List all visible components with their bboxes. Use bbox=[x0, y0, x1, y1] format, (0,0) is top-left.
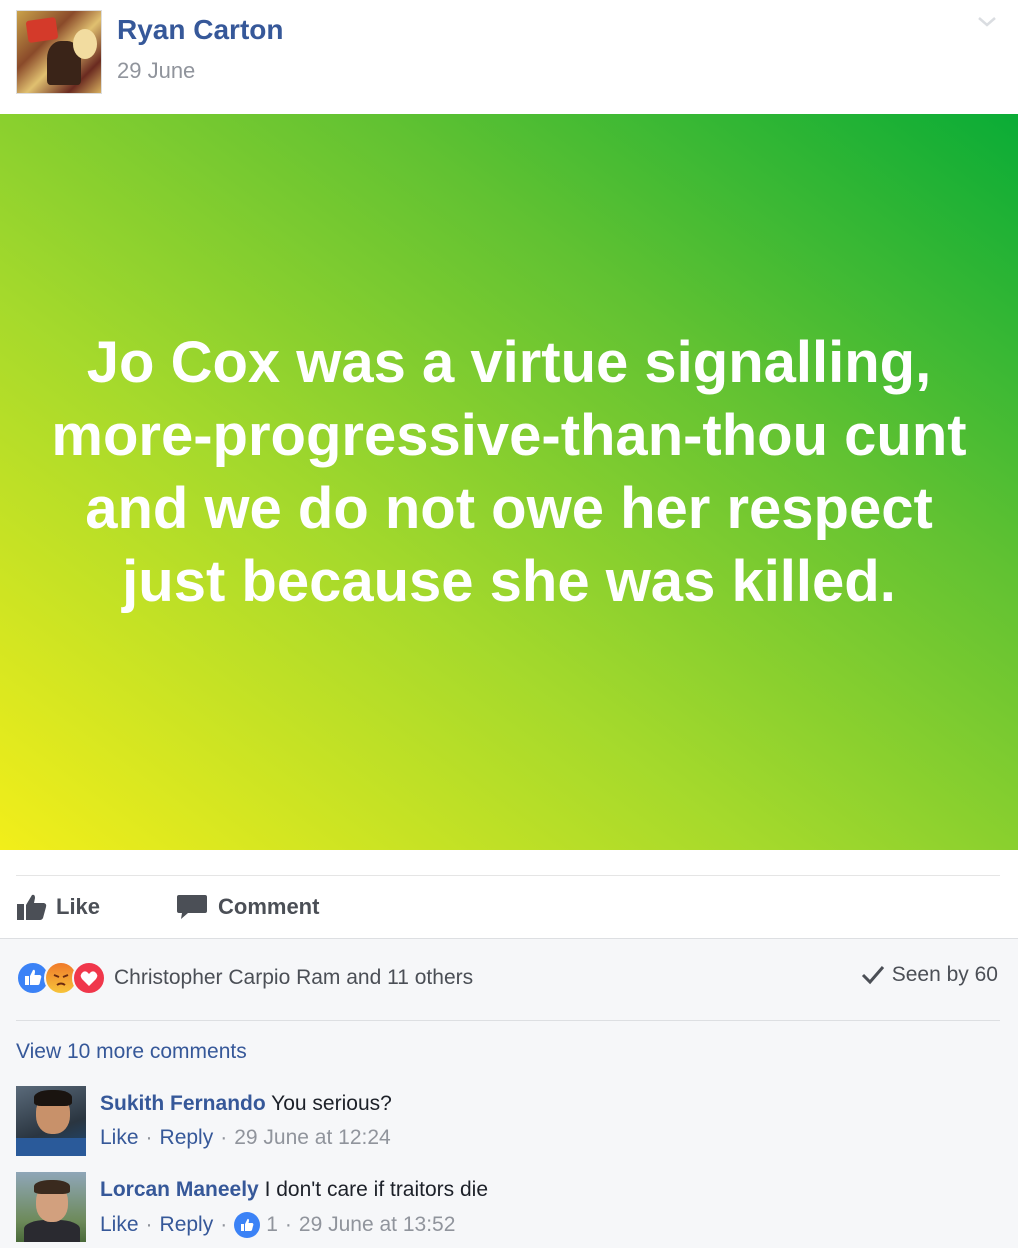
author-name[interactable]: Ryan Carton bbox=[117, 14, 283, 46]
comment-body: Lorcan Maneely I don't care if traitors … bbox=[100, 1178, 488, 1202]
comment-text: You serious? bbox=[271, 1092, 392, 1115]
avatar-graphic bbox=[24, 1220, 80, 1242]
author-avatar[interactable] bbox=[16, 10, 102, 94]
separator: · bbox=[220, 1213, 228, 1236]
separator: · bbox=[145, 1126, 153, 1149]
comment-like-link[interactable]: Like bbox=[100, 1213, 139, 1237]
divider bbox=[16, 1020, 1000, 1021]
avatar-graphic bbox=[16, 1138, 86, 1156]
status-background: Jo Cox was a virtue signalling, more-pro… bbox=[0, 114, 1018, 850]
seen-by[interactable]: Seen by 60 bbox=[860, 963, 998, 987]
like-count-icon bbox=[234, 1212, 261, 1238]
comment-reply-link[interactable]: Reply bbox=[160, 1126, 214, 1150]
commenter-name[interactable]: Sukith Fernando bbox=[100, 1092, 266, 1115]
like-label: Like bbox=[56, 894, 101, 919]
avatar-graphic bbox=[34, 1090, 72, 1106]
comment-body: Sukith Fernando You serious? bbox=[100, 1092, 392, 1116]
thumbs-up-icon bbox=[17, 894, 47, 920]
reactions-summary[interactable]: Christopher Carpio Ram and 11 others bbox=[16, 960, 473, 996]
checkmark-icon bbox=[861, 966, 884, 985]
comment-label: Comment bbox=[218, 894, 320, 919]
avatar-graphic bbox=[73, 29, 97, 59]
comment-timestamp[interactable]: 29 June at 13:52 bbox=[299, 1213, 455, 1237]
love-reaction-icon bbox=[72, 961, 106, 995]
comment-meta: Like · Reply · 29 June at 12:24 bbox=[100, 1126, 391, 1150]
seen-by-label: Seen by 60 bbox=[891, 963, 998, 986]
reaction-names: Christopher Carpio Ram and 11 others bbox=[114, 966, 474, 989]
comment-text: I don't care if traitors die bbox=[264, 1178, 489, 1201]
commenter-name[interactable]: Lorcan Maneely bbox=[100, 1178, 259, 1201]
comment-like-link[interactable]: Like bbox=[100, 1126, 139, 1150]
comment-reply-link[interactable]: Reply bbox=[160, 1213, 214, 1237]
comment-button[interactable]: Comment bbox=[176, 890, 319, 924]
post-timestamp[interactable]: 29 June bbox=[117, 58, 195, 84]
comment-like-count[interactable]: 1 bbox=[266, 1213, 278, 1237]
avatar-graphic bbox=[25, 17, 59, 43]
chevron-down-icon[interactable] bbox=[974, 10, 1000, 34]
post-header: Ryan Carton 29 June bbox=[0, 0, 1018, 114]
separator: · bbox=[284, 1213, 292, 1236]
separator: · bbox=[220, 1126, 228, 1149]
comment-meta: Like · Reply · 1 · 29 June at 13:52 bbox=[100, 1212, 455, 1238]
status-text: Jo Cox was a virtue signalling, more-pro… bbox=[51, 330, 967, 614]
comment-timestamp[interactable]: 29 June at 12:24 bbox=[234, 1126, 390, 1150]
avatar-graphic bbox=[34, 1180, 70, 1194]
comment-icon bbox=[177, 895, 207, 919]
divider bbox=[16, 875, 1000, 876]
commenter-avatar[interactable] bbox=[16, 1086, 86, 1156]
commenter-avatar[interactable] bbox=[16, 1172, 86, 1242]
like-button[interactable]: Like bbox=[16, 890, 100, 924]
separator: · bbox=[145, 1213, 153, 1236]
view-more-comments-link[interactable]: View 10 more comments bbox=[16, 1040, 247, 1064]
